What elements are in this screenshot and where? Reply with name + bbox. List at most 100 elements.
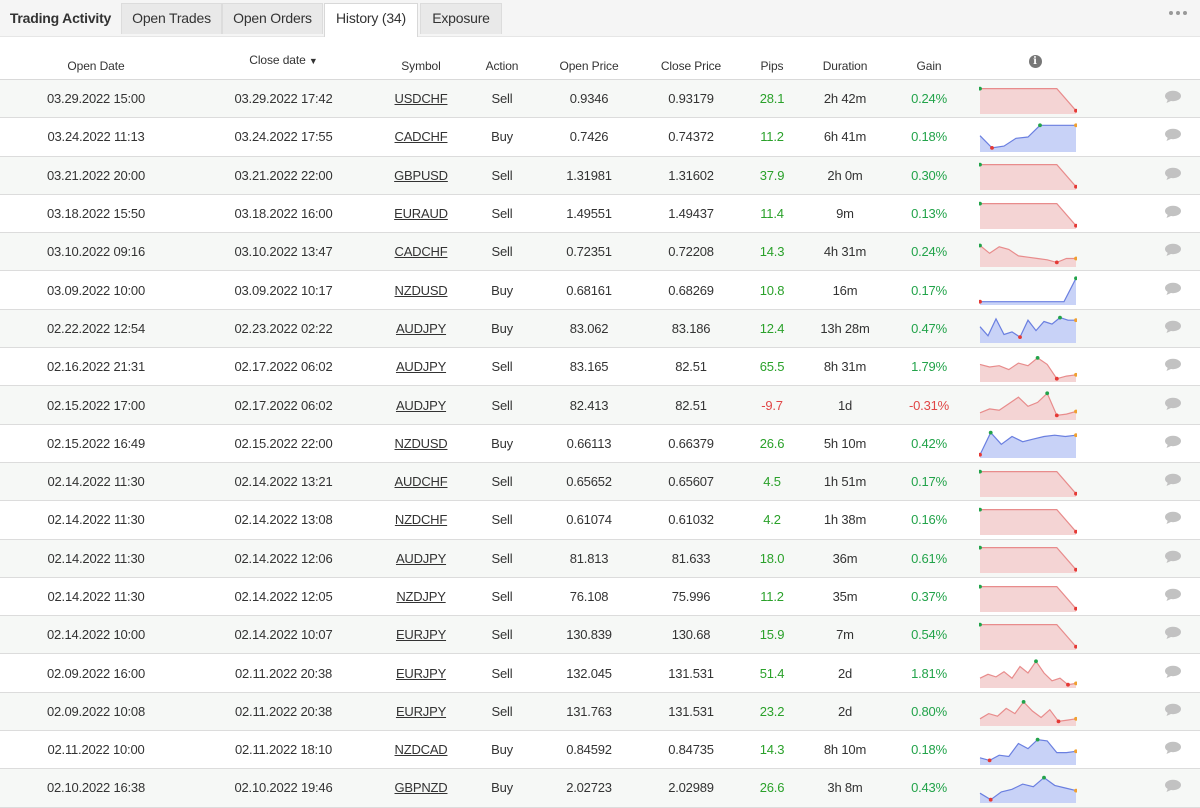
table-row[interactable]: 02.09.2022 10:08 02.11.2022 20:38 EURJPY Se…: [0, 692, 1200, 732]
comment-icon[interactable]: [1164, 779, 1182, 793]
cell-pips: -9.7: [741, 385, 803, 425]
symbol-link[interactable]: NZDUSD: [395, 436, 448, 451]
symbol-link[interactable]: NZDCHF: [395, 512, 447, 527]
tab-bar-title: Trading Activity: [9, 10, 112, 26]
tab-history[interactable]: History (34): [324, 3, 418, 37]
info-icon[interactable]: i: [1028, 55, 1042, 68]
symbol-link[interactable]: AUDJPY: [396, 321, 446, 336]
table-row[interactable]: 03.18.2022 15:50 03.18.2022 16:00 EURAUD Se…: [0, 194, 1200, 234]
symbol-link[interactable]: NZDCAD: [395, 742, 448, 757]
tab-open-orders[interactable]: Open Orders: [222, 3, 323, 34]
symbol-link[interactable]: CADCHF: [395, 129, 448, 144]
symbol-link[interactable]: GBPNZD: [395, 780, 448, 795]
cell-close-price: 131.531: [641, 653, 741, 693]
header-gain[interactable]: Gain: [887, 53, 971, 80]
comment-icon[interactable]: [1164, 90, 1182, 104]
cell-symbol: NZDUSD: [375, 424, 467, 463]
cell-sparkline: [971, 270, 1099, 310]
cell-sparkline: [971, 232, 1099, 272]
comment-icon[interactable]: [1164, 282, 1182, 296]
table-row[interactable]: 02.14.2022 11:30 02.14.2022 13:21 AUDCHF Se…: [0, 462, 1200, 502]
cell-pips: 12.4: [741, 309, 803, 349]
more-options-icon[interactable]: [1169, 11, 1187, 17]
symbol-link[interactable]: AUDJPY: [396, 398, 446, 413]
comment-icon[interactable]: [1164, 358, 1182, 372]
comment-icon[interactable]: [1164, 205, 1182, 219]
cell-open-price: 83.165: [537, 347, 641, 387]
table-row[interactable]: 03.21.2022 20:00 03.21.2022 22:00 GBPUSD Se…: [0, 156, 1200, 195]
header-duration[interactable]: Duration: [803, 53, 887, 80]
cell-open-price: 76.108: [537, 577, 641, 617]
comment-icon[interactable]: [1164, 588, 1182, 602]
comment-icon[interactable]: [1164, 320, 1182, 334]
comment-icon[interactable]: [1164, 550, 1182, 564]
cell-symbol: CADCHF: [375, 232, 467, 272]
cell-pips: 11.4: [741, 194, 803, 234]
cell-action: Buy: [467, 309, 537, 349]
symbol-link[interactable]: CADCHF: [395, 244, 448, 259]
symbol-link[interactable]: AUDJPY: [396, 551, 446, 566]
header-pips[interactable]: Pips: [741, 53, 803, 80]
comment-icon[interactable]: [1164, 473, 1182, 487]
cell-action: Sell: [467, 385, 537, 425]
cell-gain: 0.24%: [887, 79, 971, 119]
symbol-link[interactable]: EURJPY: [396, 666, 446, 681]
cell-close-price: 0.84735: [641, 730, 741, 770]
table-row[interactable]: 02.14.2022 10:00 02.14.2022 10:07 EURJPY Se…: [0, 615, 1200, 655]
symbol-link[interactable]: NZDJPY: [396, 589, 446, 604]
comment-icon[interactable]: [1164, 167, 1182, 181]
symbol-link[interactable]: EURAUD: [394, 206, 448, 221]
table-row[interactable]: 02.14.2022 11:30 02.14.2022 13:08 NZDCHF Se…: [0, 500, 1200, 540]
table-row[interactable]: 02.09.2022 16:00 02.11.2022 20:38 EURJPY Se…: [0, 653, 1200, 693]
header-close-price[interactable]: Close Price: [641, 53, 741, 80]
symbol-link[interactable]: GBPUSD: [394, 168, 448, 183]
table-row[interactable]: 03.24.2022 11:13 03.24.2022 17:55 CADCHF Bu…: [0, 117, 1200, 157]
cell-close-date: 02.23.2022 02:22: [192, 309, 375, 349]
symbol-link[interactable]: AUDCHF: [395, 474, 448, 489]
cell-open-date: 02.22.2022 12:54: [0, 309, 192, 349]
comment-icon[interactable]: [1164, 243, 1182, 257]
table-row[interactable]: 02.10.2022 16:38 02.10.2022 19:46 GBPNZD Bu…: [0, 768, 1200, 808]
cell-action: Buy: [467, 424, 537, 463]
header-close-date[interactable]: Close date ▼: [192, 53, 375, 80]
table-row[interactable]: 02.14.2022 11:30 02.14.2022 12:05 NZDJPY Se…: [0, 577, 1200, 617]
table-row[interactable]: 02.11.2022 10:00 02.11.2022 18:10 NZDCAD Bu…: [0, 730, 1200, 770]
header-symbol[interactable]: Symbol: [375, 53, 467, 80]
cell-duration: 1h 38m: [803, 500, 887, 540]
cell-comment: [1099, 347, 1200, 387]
header-open-price[interactable]: Open Price: [537, 53, 641, 80]
comment-icon[interactable]: [1164, 703, 1182, 717]
cell-symbol: NZDCHF: [375, 500, 467, 540]
comment-icon[interactable]: [1164, 741, 1182, 755]
symbol-link[interactable]: AUDJPY: [396, 359, 446, 374]
symbol-link[interactable]: USDCHF: [395, 91, 448, 106]
comment-icon[interactable]: [1164, 435, 1182, 449]
comment-icon[interactable]: [1164, 397, 1182, 411]
header-open-date[interactable]: Open Date: [0, 53, 192, 80]
cell-open-price: 132.045: [537, 653, 641, 693]
symbol-link[interactable]: EURJPY: [396, 627, 446, 642]
table-row[interactable]: 03.29.2022 15:00 03.29.2022 17:42 USDCHF Se…: [0, 79, 1200, 119]
cell-comment: [1099, 462, 1200, 502]
comment-icon[interactable]: [1164, 665, 1182, 679]
tab-open-trades[interactable]: Open Trades: [121, 3, 222, 34]
header-info[interactable]: i: [971, 53, 1099, 80]
table-row[interactable]: 02.15.2022 16:49 02.15.2022 22:00 NZDUSD Bu…: [0, 424, 1200, 463]
table-row[interactable]: 02.15.2022 17:00 02.17.2022 06:02 AUDJPY Se…: [0, 385, 1200, 425]
sparkline-min-marker: [1018, 335, 1022, 340]
symbol-link[interactable]: NZDUSD: [395, 283, 448, 298]
comment-icon[interactable]: [1164, 128, 1182, 142]
table-row[interactable]: 03.10.2022 09:16 03.10.2022 13:47 CADCHF Se…: [0, 232, 1200, 272]
table-row[interactable]: 03.09.2022 10:00 03.09.2022 10:17 NZDUSD Bu…: [0, 270, 1200, 310]
table-row[interactable]: 02.16.2022 21:31 02.17.2022 06:02 AUDJPY Se…: [0, 347, 1200, 387]
cell-duration: 8h 31m: [803, 347, 887, 387]
comment-icon[interactable]: [1164, 626, 1182, 640]
header-action[interactable]: Action: [467, 53, 537, 80]
cell-action: Sell: [467, 692, 537, 732]
table-row[interactable]: 02.14.2022 11:30 02.14.2022 12:06 AUDJPY Se…: [0, 539, 1200, 578]
cell-pips: 26.6: [741, 424, 803, 463]
comment-icon[interactable]: [1164, 511, 1182, 525]
symbol-link[interactable]: EURJPY: [396, 704, 446, 719]
tab-exposure[interactable]: Exposure: [420, 3, 502, 34]
table-row[interactable]: 02.22.2022 12:54 02.23.2022 02:22 AUDJPY Bu…: [0, 309, 1200, 349]
